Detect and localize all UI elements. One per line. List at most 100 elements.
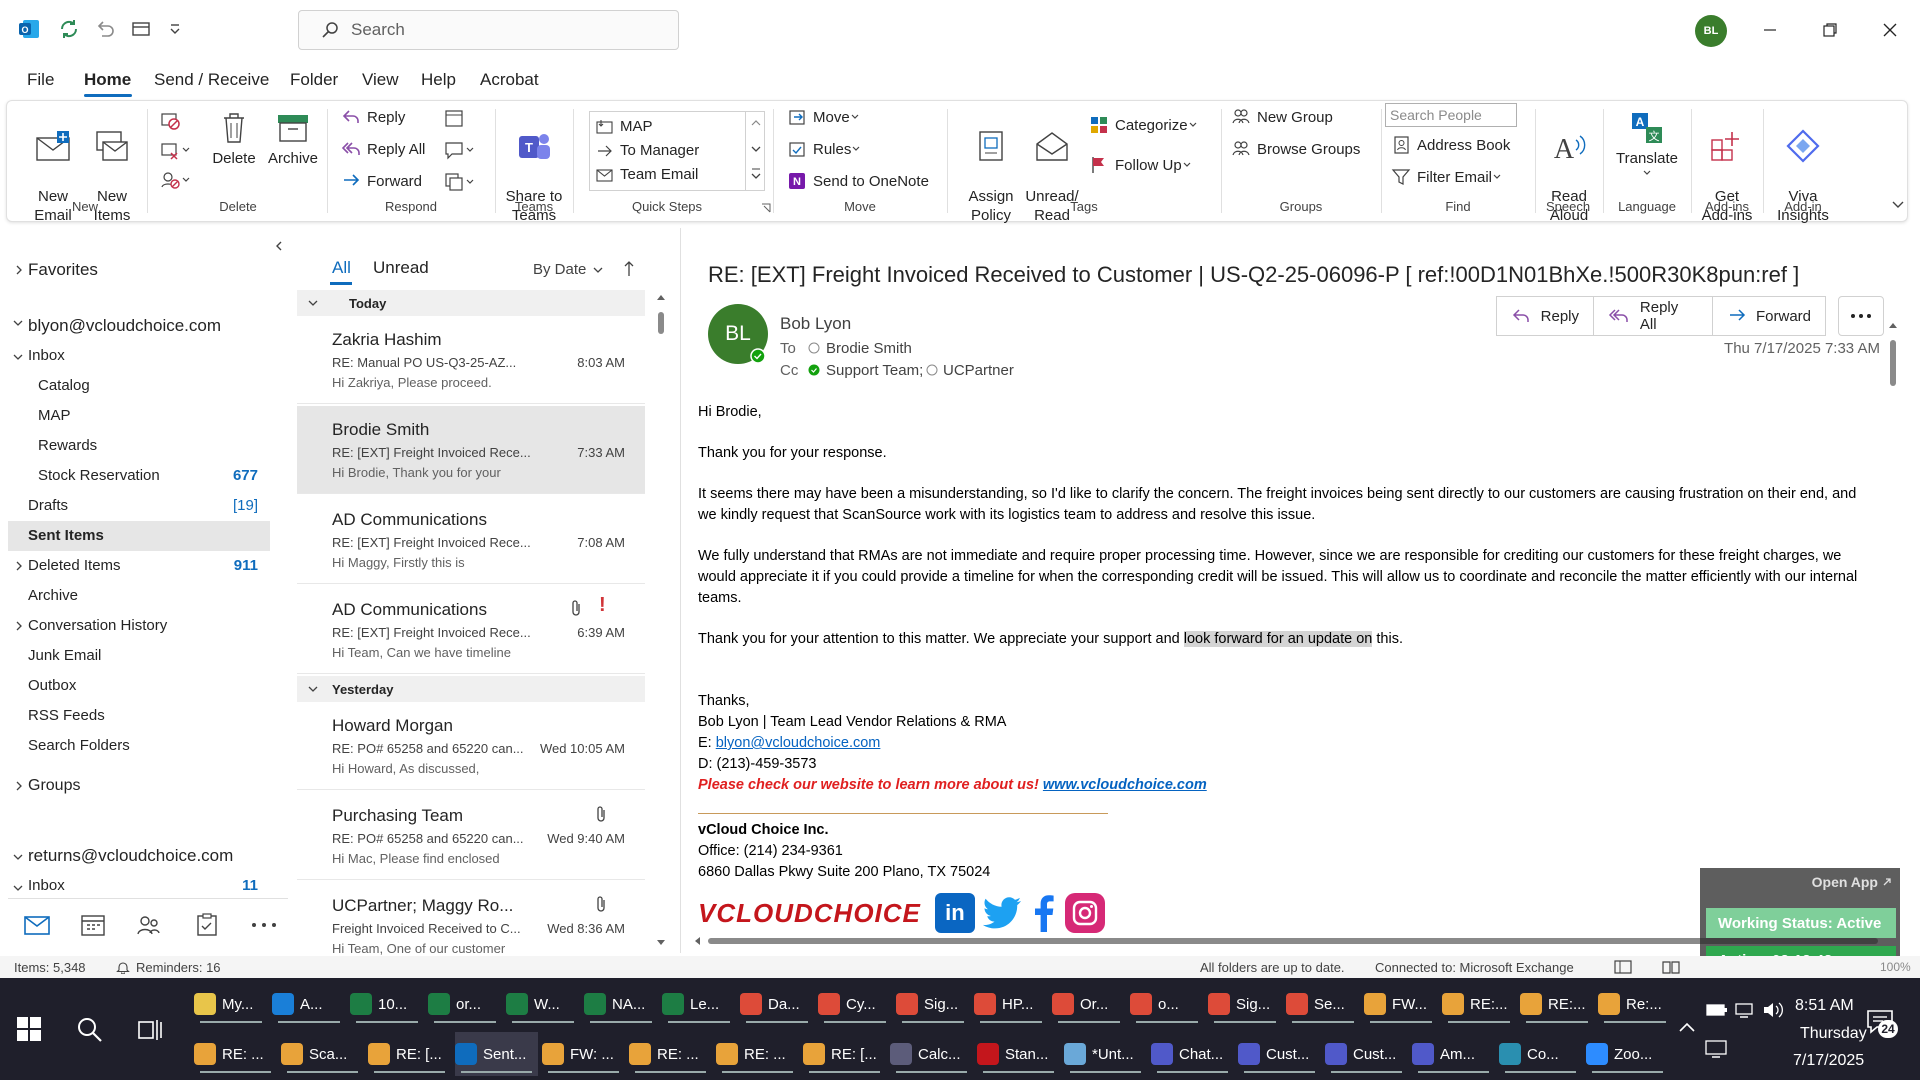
nav-drafts[interactable]: Drafts — [28, 497, 68, 514]
taskbar-app-button[interactable]: or... — [428, 982, 502, 1026]
chevron-down-icon[interactable] — [12, 352, 24, 362]
chevron-up-icon[interactable] — [1678, 1020, 1696, 1034]
send-to-onenote-button[interactable]: N Send to OneNote — [787, 171, 929, 191]
clock-time[interactable]: 8:51 AM — [1795, 997, 1854, 1015]
linkedin-icon[interactable]: in — [934, 893, 975, 933]
search-people-input[interactable]: Search People — [1385, 103, 1517, 127]
tab-home[interactable]: Home — [84, 70, 131, 90]
taskbar-app-button[interactable]: Co... — [1499, 1032, 1582, 1076]
taskbar-app-button[interactable]: o... — [1130, 982, 1204, 1026]
website-link[interactable]: www.vcloudchoice.com — [1043, 777, 1207, 793]
list-item-selected[interactable]: Brodie Smith RE: [EXT] Freight Invoiced … — [297, 406, 645, 494]
taskbar-app-button[interactable]: *Unt... — [1064, 1032, 1147, 1076]
list-scrollbar[interactable] — [655, 290, 667, 953]
chevron-right-icon[interactable] — [14, 780, 24, 792]
nav-rss-feeds[interactable]: RSS Feeds — [28, 707, 105, 724]
taskbar-app-button[interactable]: RE: ... — [716, 1032, 799, 1076]
move-button[interactable]: Move — [787, 107, 860, 127]
nav-sent-items[interactable]: Sent Items — [28, 527, 104, 544]
reply-button[interactable]: Reply — [341, 107, 405, 127]
taskbar-app-button[interactable]: RE: [... — [803, 1032, 886, 1076]
collapse-pane-icon[interactable] — [274, 240, 284, 252]
group-header-today[interactable]: Today — [297, 290, 645, 316]
notifications-button[interactable]: 24 — [1866, 1008, 1898, 1038]
meeting-reply-button[interactable] — [443, 107, 465, 129]
im-reply-button[interactable] — [443, 139, 475, 161]
taskbar-app-button[interactable]: Re:... — [1598, 982, 1672, 1026]
recipient-to[interactable]: Brodie Smith — [826, 340, 912, 357]
nav-rewards[interactable]: Rewards — [38, 437, 97, 454]
taskbar-app-button[interactable]: Zoo... — [1586, 1032, 1669, 1076]
network-icon[interactable] — [1734, 1000, 1754, 1020]
nav-inbox[interactable]: Inbox — [28, 347, 65, 364]
windows-search-icon[interactable] — [76, 1016, 104, 1044]
taskbar-app-button[interactable]: Chat... — [1151, 1032, 1234, 1076]
taskbar-app-button[interactable]: Calc... — [890, 1032, 973, 1076]
quick-step-to-manager[interactable]: To Manager — [596, 142, 699, 159]
nav-groups[interactable]: Groups — [28, 777, 80, 795]
dialog-launcher-icon[interactable] — [761, 203, 771, 213]
browse-groups-button[interactable]: Browse Groups — [1231, 139, 1360, 159]
taskbar-app-button[interactable]: RE:... — [1520, 982, 1594, 1026]
reply-all-button[interactable]: Reply All — [1593, 296, 1713, 336]
sync-icon[interactable] — [56, 16, 82, 42]
taskbar-app-button[interactable]: Da... — [740, 982, 814, 1026]
nav-map[interactable]: MAP — [38, 407, 71, 424]
recipient-cc-support[interactable]: Support Team; — [826, 362, 923, 379]
reply-all-button[interactable]: Reply All — [341, 139, 425, 159]
filter-tab-unread[interactable]: Unread — [373, 258, 429, 278]
desktop-icon[interactable] — [1704, 1038, 1728, 1060]
sender-name[interactable]: Bob Lyon — [780, 314, 851, 334]
nav-conversation-history[interactable]: Conversation History — [28, 617, 167, 634]
chevron-down-icon[interactable] — [12, 852, 24, 862]
quick-steps-scroller[interactable] — [745, 111, 765, 191]
reply-button[interactable]: Reply — [1496, 296, 1594, 336]
sort-direction-icon[interactable] — [623, 260, 635, 278]
quick-step-team-email[interactable]: Team Email — [596, 166, 698, 183]
tasks-module-icon[interactable] — [194, 913, 220, 937]
tab-acrobat[interactable]: Acrobat — [480, 70, 539, 90]
nav-inbox-returns[interactable]: Inbox — [28, 877, 65, 894]
taskbar-app-button[interactable]: A... — [272, 982, 346, 1026]
ribbon-collapse-icon[interactable] — [1891, 197, 1905, 211]
zoom-level[interactable]: 100% — [1880, 960, 1911, 974]
recipient-cc-ucpartner[interactable]: UCPartner — [943, 362, 1014, 379]
taskbar-app-button[interactable]: Le... — [662, 982, 736, 1026]
taskbar-app-button[interactable]: Or... — [1052, 982, 1126, 1026]
nav-account-returns[interactable]: returns@vcloudchoice.com — [28, 846, 233, 866]
archive-button[interactable]: Archive — [263, 109, 323, 168]
taskbar-app-button[interactable]: 10... — [350, 982, 424, 1026]
taskbar-app-button[interactable]: Se... — [1286, 982, 1360, 1026]
rules-button[interactable]: Rules — [787, 139, 861, 159]
list-item[interactable]: Howard Morgan RE: PO# 65258 and 65220 ca… — [297, 702, 645, 790]
list-item[interactable]: UCPartner; Maggy Ro... Freight Invoiced … — [297, 882, 645, 956]
list-item[interactable]: Zakria Hashim RE: Manual PO US-Q3-25-AZ.… — [297, 316, 645, 404]
search-box[interactable]: Search — [298, 10, 679, 50]
chevron-down-icon[interactable] — [12, 883, 24, 893]
taskbar-app-button[interactable]: FW: ... — [542, 1032, 625, 1076]
follow-up-button[interactable]: Follow Up — [1089, 155, 1192, 175]
twitter-icon[interactable] — [982, 895, 1023, 931]
nav-junk-email[interactable]: Junk Email — [28, 647, 101, 664]
clock-day[interactable]: Thursday — [1800, 1025, 1867, 1043]
volume-icon[interactable] — [1762, 1000, 1784, 1020]
forward-button[interactable]: Forward — [341, 171, 422, 191]
close-button[interactable] — [1870, 14, 1910, 46]
taskbar-app-button[interactable]: Am... — [1412, 1032, 1495, 1076]
list-item[interactable]: AD Communications RE: [EXT] Freight Invo… — [297, 496, 645, 584]
taskbar-app-button[interactable]: W... — [506, 982, 580, 1026]
filter-tab-all[interactable]: All — [332, 258, 351, 278]
nav-catalog[interactable]: Catalog — [38, 377, 90, 394]
list-item[interactable]: Purchasing Team RE: PO# 65258 and 65220 … — [297, 792, 645, 880]
taskbar-app-button[interactable]: RE:... — [1442, 982, 1516, 1026]
delete-button[interactable]: Delete — [209, 109, 259, 168]
undo-icon[interactable] — [92, 16, 118, 42]
normal-view-icon[interactable] — [1614, 959, 1632, 975]
taskbar-app-button[interactable]: Cust... — [1325, 1032, 1408, 1076]
sort-by-date[interactable]: By Date — [533, 261, 604, 278]
open-app-button[interactable]: Open App — [1812, 874, 1892, 890]
clock-date[interactable]: 7/17/2025 — [1793, 1052, 1864, 1070]
nav-stock-reservation[interactable]: Stock Reservation — [38, 467, 160, 484]
taskbar-app-button[interactable]: Sca... — [281, 1032, 364, 1076]
restore-button[interactable] — [1810, 14, 1850, 46]
